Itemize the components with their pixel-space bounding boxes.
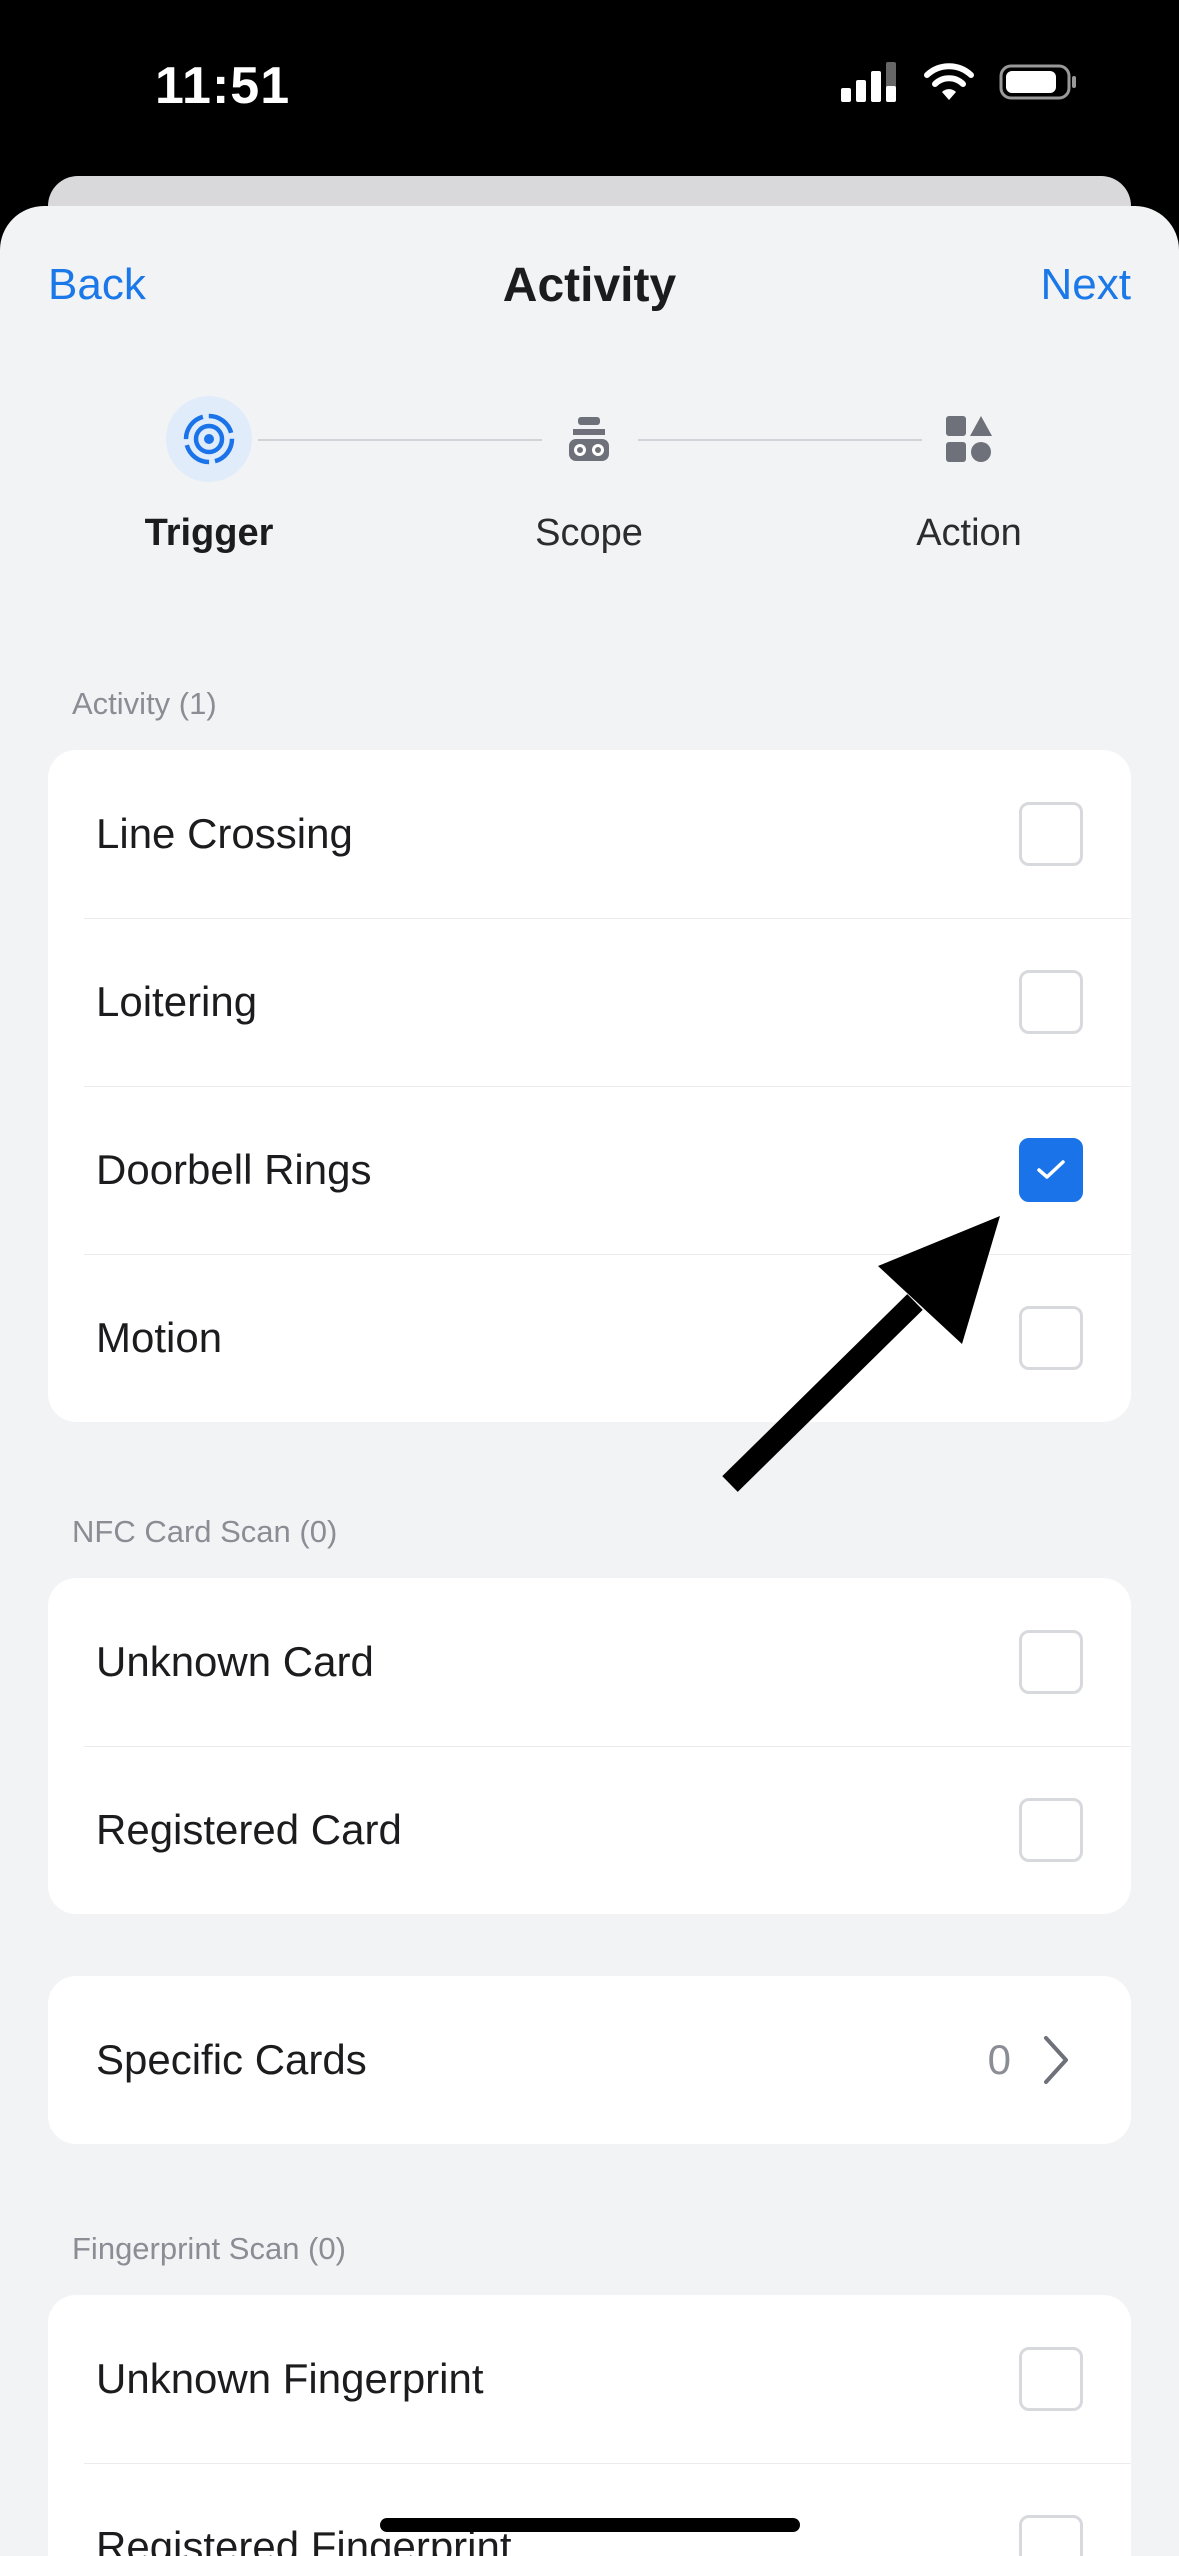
checkbox-unknown-card[interactable] [1019,1630,1083,1694]
list-item-label: Registered Card [96,1806,402,1853]
specific-cards-row[interactable]: Specific Cards 0 [48,1976,1131,2144]
checkbox-registered-fingerprint[interactable] [1019,2515,1083,2556]
checkbox-motion[interactable] [1019,1306,1083,1370]
list-item-unknown-card[interactable]: Unknown Card [48,1578,1131,1746]
checkbox-line-crossing[interactable] [1019,802,1083,866]
list-item-label: Unknown Fingerprint [96,2355,484,2402]
shapes-icon [926,396,1012,482]
checkmark-icon [1037,1160,1065,1179]
specific-cards-card: Specific Cards 0 [48,1976,1131,2144]
section-header-nfc: NFC Card Scan (0) [72,1514,338,1549]
specific-cards-label: Specific Cards [96,2036,367,2083]
chevron-right-icon [1044,2036,1068,2084]
battery-icon [999,64,1076,100]
checkbox-unknown-fingerprint[interactable] [1019,2347,1083,2411]
step-trigger[interactable]: Trigger [79,396,339,555]
nfc-card: Unknown Card Registered Card [48,1578,1131,1914]
scope-icon [546,396,632,482]
step-label: Scope [535,512,643,554]
page-title: Activity [502,259,677,312]
list-item-line-crossing[interactable]: Line Crossing [48,750,1131,918]
step-label: Action [916,512,1022,554]
checkbox-doorbell-rings[interactable] [1019,1138,1083,1202]
list-item-label: Doorbell Rings [96,1146,372,1193]
nav-bar: Back Activity Next [0,206,1179,366]
section-header-activity: Activity (1) [72,686,217,721]
list-item-loitering[interactable]: Loitering [48,918,1131,1086]
step-scope[interactable]: Scope [459,396,719,555]
section-header-fingerprint: Fingerprint Scan (0) [72,2231,346,2266]
status-time: 11:51 [155,57,291,115]
list-item-label: Loitering [96,978,258,1025]
step-action[interactable]: Action [839,396,1099,555]
list-item-label: Line Crossing [96,810,353,857]
list-item-registered-fingerprint[interactable]: Registered Fingerprint [48,2463,1131,2556]
list-item-registered-card[interactable]: Registered Card [48,1746,1131,1914]
next-button[interactable]: Next [1041,260,1131,310]
list-item-unknown-fingerprint[interactable]: Unknown Fingerprint [48,2295,1131,2463]
fingerprint-card: Unknown Fingerprint Registered Fingerpri… [48,2295,1131,2556]
annotation-arrow-icon [722,1216,1000,1492]
wifi-icon [924,63,974,100]
specific-cards-count: 0 [987,2036,1011,2083]
status-bar: 11:51 [0,0,1179,200]
checkbox-loitering[interactable] [1019,970,1083,1034]
list-item-label: Motion [96,1314,223,1361]
target-icon [166,396,252,482]
step-label: Trigger [144,512,274,554]
checkbox-registered-card[interactable] [1019,1798,1083,1862]
cellular-signal-icon [841,62,896,102]
status-icons [841,62,1079,102]
stepper: Trigger Scope Action [0,396,1179,596]
home-indicator [380,2518,800,2532]
list-item-label: Unknown Card [96,1638,374,1685]
